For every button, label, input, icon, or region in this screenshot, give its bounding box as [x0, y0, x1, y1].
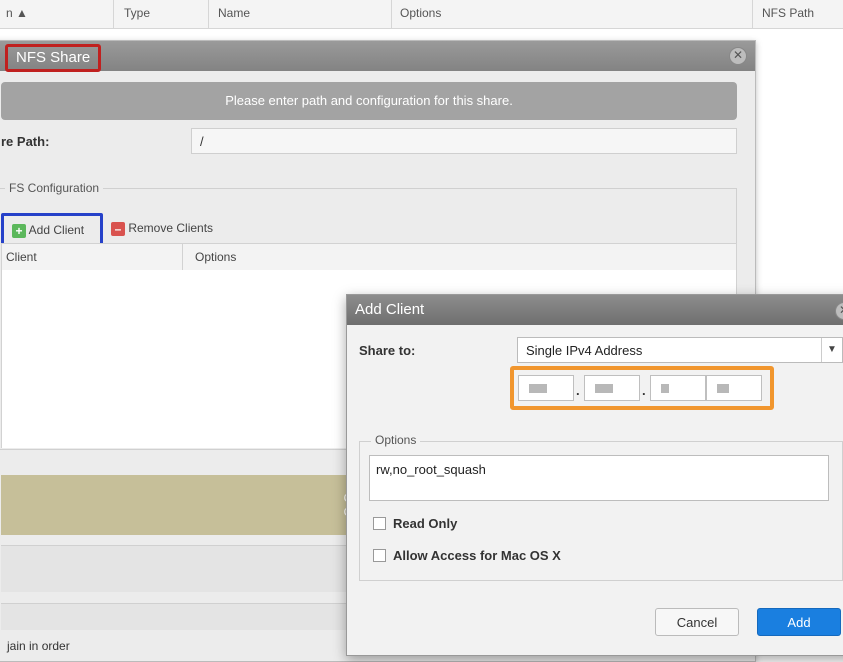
mac-access-checkbox[interactable]	[373, 549, 386, 562]
remove-clients-button[interactable]: – Remove Clients	[111, 216, 213, 240]
add-client-titlebar: Add Client ✕	[347, 295, 843, 325]
client-grid-header: Client Options	[1, 243, 737, 271]
status-text: jain in order	[7, 639, 70, 653]
add-client-button[interactable]: + Add Client	[1, 213, 103, 247]
read-only-label[interactable]: Read Only	[393, 516, 457, 531]
read-only-checkbox[interactable]	[373, 517, 386, 530]
ip-octet-4-input[interactable]	[706, 375, 762, 401]
mac-access-label[interactable]: Allow Access for Mac OS X	[393, 548, 561, 563]
grid-column-options[interactable]: Options	[182, 244, 236, 270]
column-divider	[113, 0, 114, 28]
add-client-label: Add Client	[28, 223, 85, 237]
column-header-partial[interactable]: n ▲	[6, 6, 28, 20]
add-client-title: Add Client	[355, 301, 425, 318]
options-legend: Options	[371, 433, 421, 447]
column-header-nfs-path[interactable]: NFS Path	[762, 6, 814, 20]
column-divider	[208, 0, 209, 28]
column-header-name[interactable]: Name	[218, 6, 250, 20]
share-path-label: re Path:	[1, 134, 50, 149]
column-header-options[interactable]: Options	[400, 6, 441, 20]
cancel-button[interactable]: Cancel	[655, 608, 739, 636]
add-button[interactable]: Add	[757, 608, 841, 636]
share-to-label: Share to:	[359, 343, 416, 358]
remove-icon: –	[111, 221, 125, 236]
remove-clients-label: Remove Clients	[128, 221, 214, 235]
add-icon: +	[12, 223, 26, 238]
info-banner: Please enter path and configuration for …	[1, 82, 737, 120]
ip-octet-2-input[interactable]	[584, 375, 640, 401]
nfs-share-title: NFS Share	[5, 44, 102, 72]
ip-octet-1-input[interactable]	[518, 375, 574, 401]
share-to-value: Single IPv4 Address	[526, 343, 643, 358]
ip-address-group: . . .	[510, 366, 774, 410]
share-path-input[interactable]: /	[191, 128, 737, 154]
chevron-down-icon[interactable]: ▼	[821, 338, 842, 362]
share-to-select[interactable]: Single IPv4 Address ▼	[517, 337, 843, 363]
options-textarea[interactable]: rw,no_root_squash	[369, 455, 829, 501]
close-icon[interactable]: ✕	[835, 302, 843, 320]
grid-column-client[interactable]: Client	[6, 244, 37, 270]
nfs-configuration-legend: FS Configuration	[5, 181, 104, 195]
ip-dot-separator: .	[642, 383, 646, 398]
column-header-type[interactable]: Type	[124, 6, 150, 20]
nfs-share-titlebar: NFS Share ✕	[0, 41, 755, 72]
ip-octet-3-input[interactable]	[650, 375, 706, 401]
background-table-header: n ▲ Type Name Options NFS Path	[0, 0, 843, 29]
close-icon[interactable]: ✕	[729, 47, 747, 65]
add-client-dialog: Add Client ✕ Share to: Single IPv4 Addre…	[346, 294, 843, 656]
column-divider	[752, 0, 753, 28]
ip-dot-separator: .	[576, 383, 580, 398]
column-divider	[391, 0, 392, 28]
